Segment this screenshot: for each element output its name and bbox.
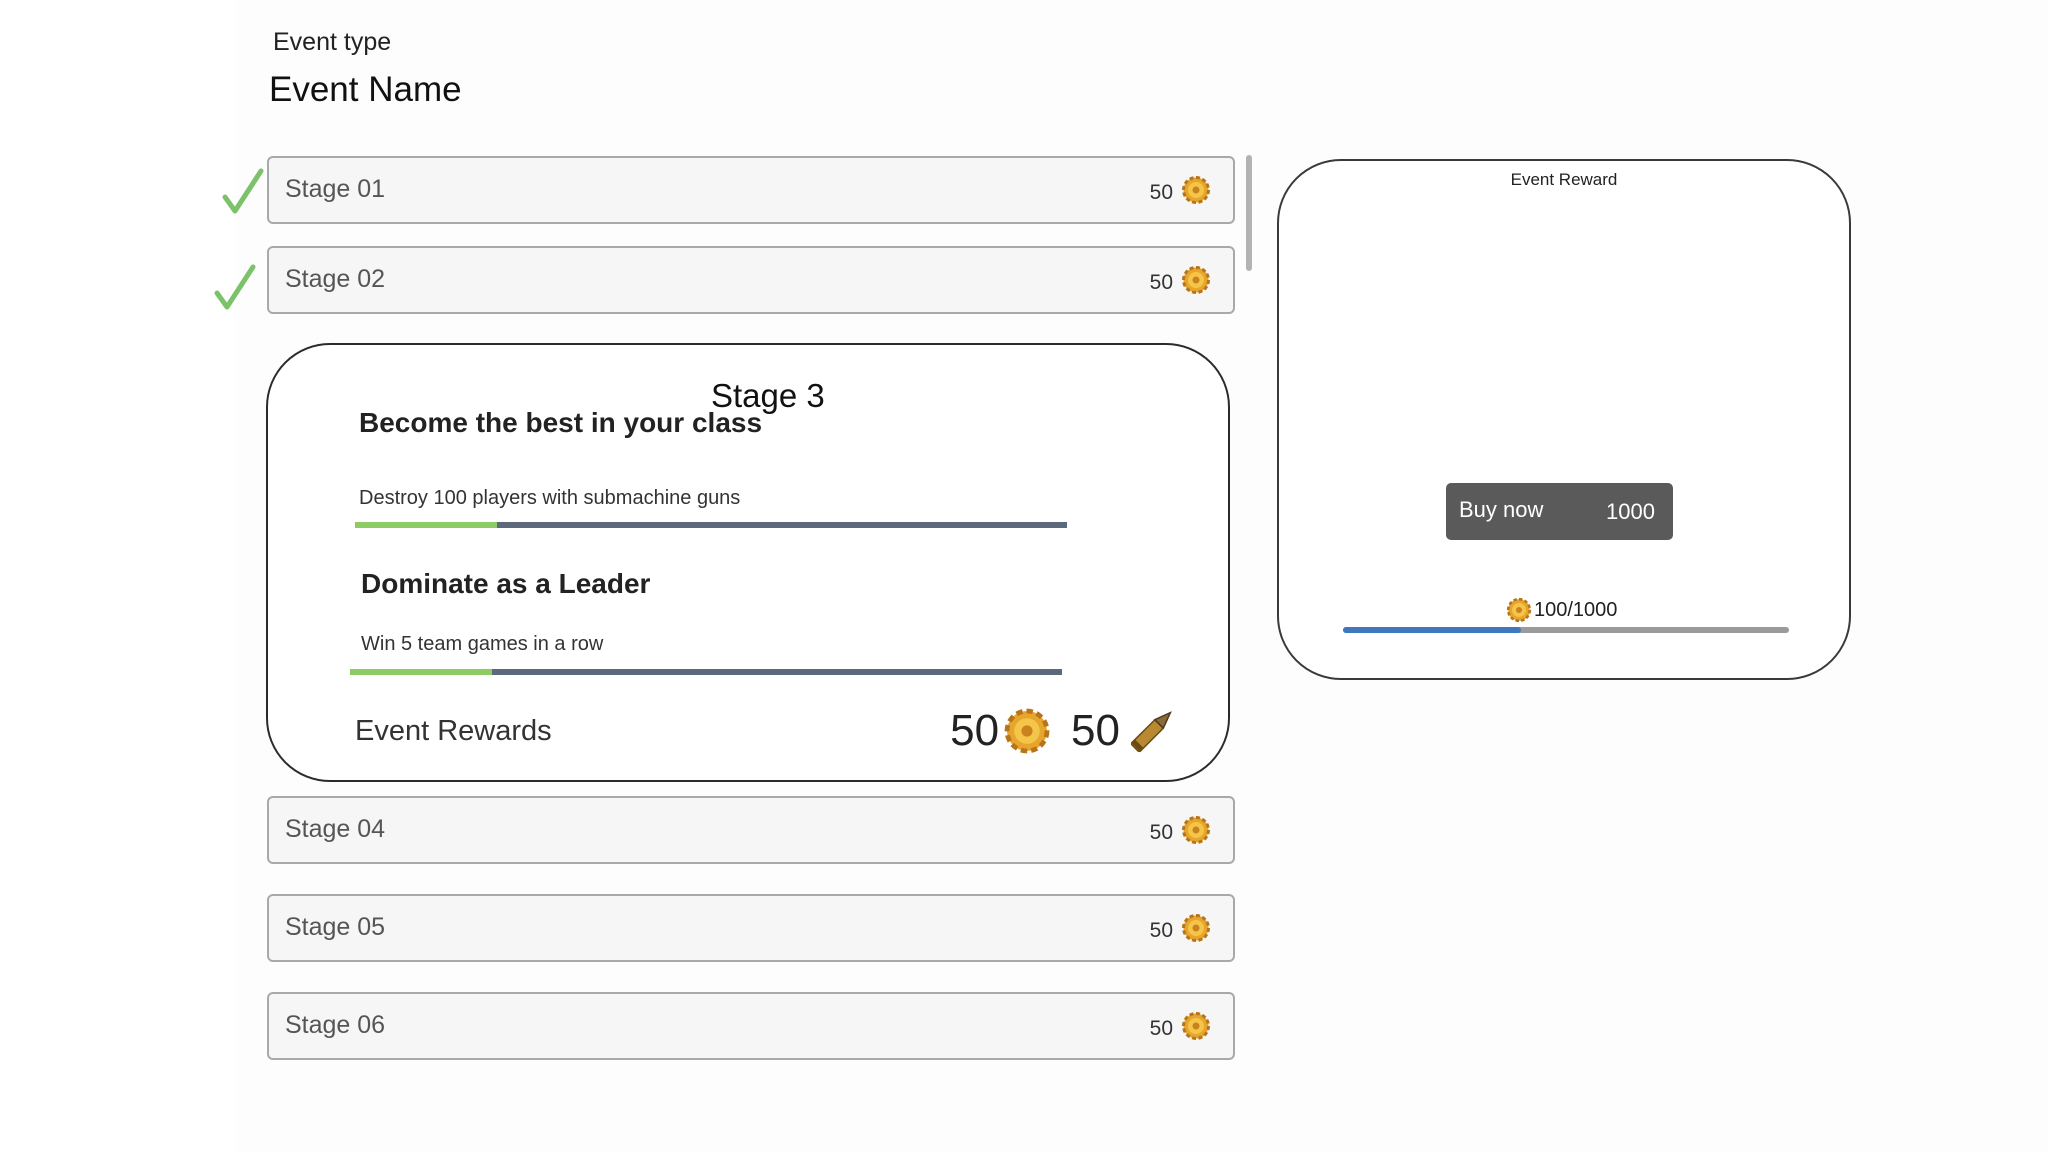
reward-progress-fill	[1343, 627, 1522, 633]
reward-coins-amount: 50	[950, 706, 1000, 755]
event-reward-card: Event Reward Buy now 1000 100/1000	[1277, 159, 1851, 680]
event-reward-title: Event Reward	[1510, 170, 1618, 189]
checkmark-icon	[222, 167, 266, 219]
checkmark-icon	[214, 263, 258, 315]
quest-title: Dominate as a Leader	[361, 568, 651, 599]
gear-coin-icon	[1182, 266, 1210, 294]
quest-description: Win 5 team games in a row	[361, 633, 604, 655]
stage-row-01[interactable]: Stage 01 50	[267, 156, 1235, 224]
stage-reward: 50	[1150, 913, 1211, 943]
gear-coin-icon	[1182, 176, 1210, 204]
buy-price: 1000	[1606, 499, 1655, 524]
scrollbar-thumb[interactable]	[1246, 155, 1252, 271]
stage-reward: 50	[1150, 175, 1211, 205]
gear-coin-icon	[1182, 914, 1210, 942]
stage-row-04[interactable]: Stage 04 50	[267, 796, 1235, 864]
stage-reward: 50	[1150, 815, 1211, 845]
quest-progress-fill	[350, 669, 493, 675]
event-type-label: Event type	[273, 28, 392, 56]
buy-now-button[interactable]: Buy now 1000	[1446, 483, 1673, 540]
reward-progress-readout: 100/1000	[1506, 597, 1617, 623]
quest-title: Become the best in your class	[359, 407, 763, 438]
gear-coin-icon	[1182, 816, 1210, 844]
reward-progress-text: 100/1000	[1534, 598, 1618, 621]
stage-label: Stage 01	[285, 175, 386, 203]
bullet-icon	[1130, 711, 1172, 753]
reward-ammo-amount: 50	[1071, 706, 1120, 755]
stage-label: Stage 02	[285, 265, 386, 293]
quest-progress-bar	[350, 669, 1062, 675]
stage-label: Stage 06	[285, 1011, 386, 1039]
stage-row-06[interactable]: Stage 06 50	[267, 992, 1235, 1060]
reward-amount: 50	[1149, 821, 1173, 844]
event-name-title: Event Name	[269, 70, 462, 109]
stage-reward: 50	[1150, 265, 1211, 295]
reward-amount: 50	[1149, 919, 1173, 942]
quest-progress-fill	[355, 522, 498, 528]
stage-row-02[interactable]: Stage 02 50	[267, 246, 1235, 314]
quest-description: Destroy 100 players with submachine guns	[359, 487, 741, 509]
event-rewards: 50 50	[950, 703, 1180, 759]
reward-amount: 50	[1149, 181, 1173, 204]
quest-progress-bar	[355, 522, 1067, 528]
stage-label: Stage 05	[285, 913, 386, 941]
event-rewards-label: Event Rewards	[355, 715, 552, 747]
buy-now-label: Buy now	[1459, 497, 1544, 522]
gear-coin-icon	[1506, 597, 1532, 623]
stage-3-card: Stage 3 Become the best in your class De…	[266, 343, 1230, 782]
stage-label: Stage 04	[285, 815, 386, 843]
reward-amount: 50	[1149, 271, 1173, 294]
stage-row-05[interactable]: Stage 05 50	[267, 894, 1235, 962]
stage-reward: 50	[1150, 1011, 1211, 1041]
gear-coin-icon	[1182, 1012, 1210, 1040]
reward-amount: 50	[1149, 1017, 1173, 1040]
gear-coin-icon	[1004, 708, 1050, 754]
reward-progress-bar	[1343, 627, 1789, 633]
